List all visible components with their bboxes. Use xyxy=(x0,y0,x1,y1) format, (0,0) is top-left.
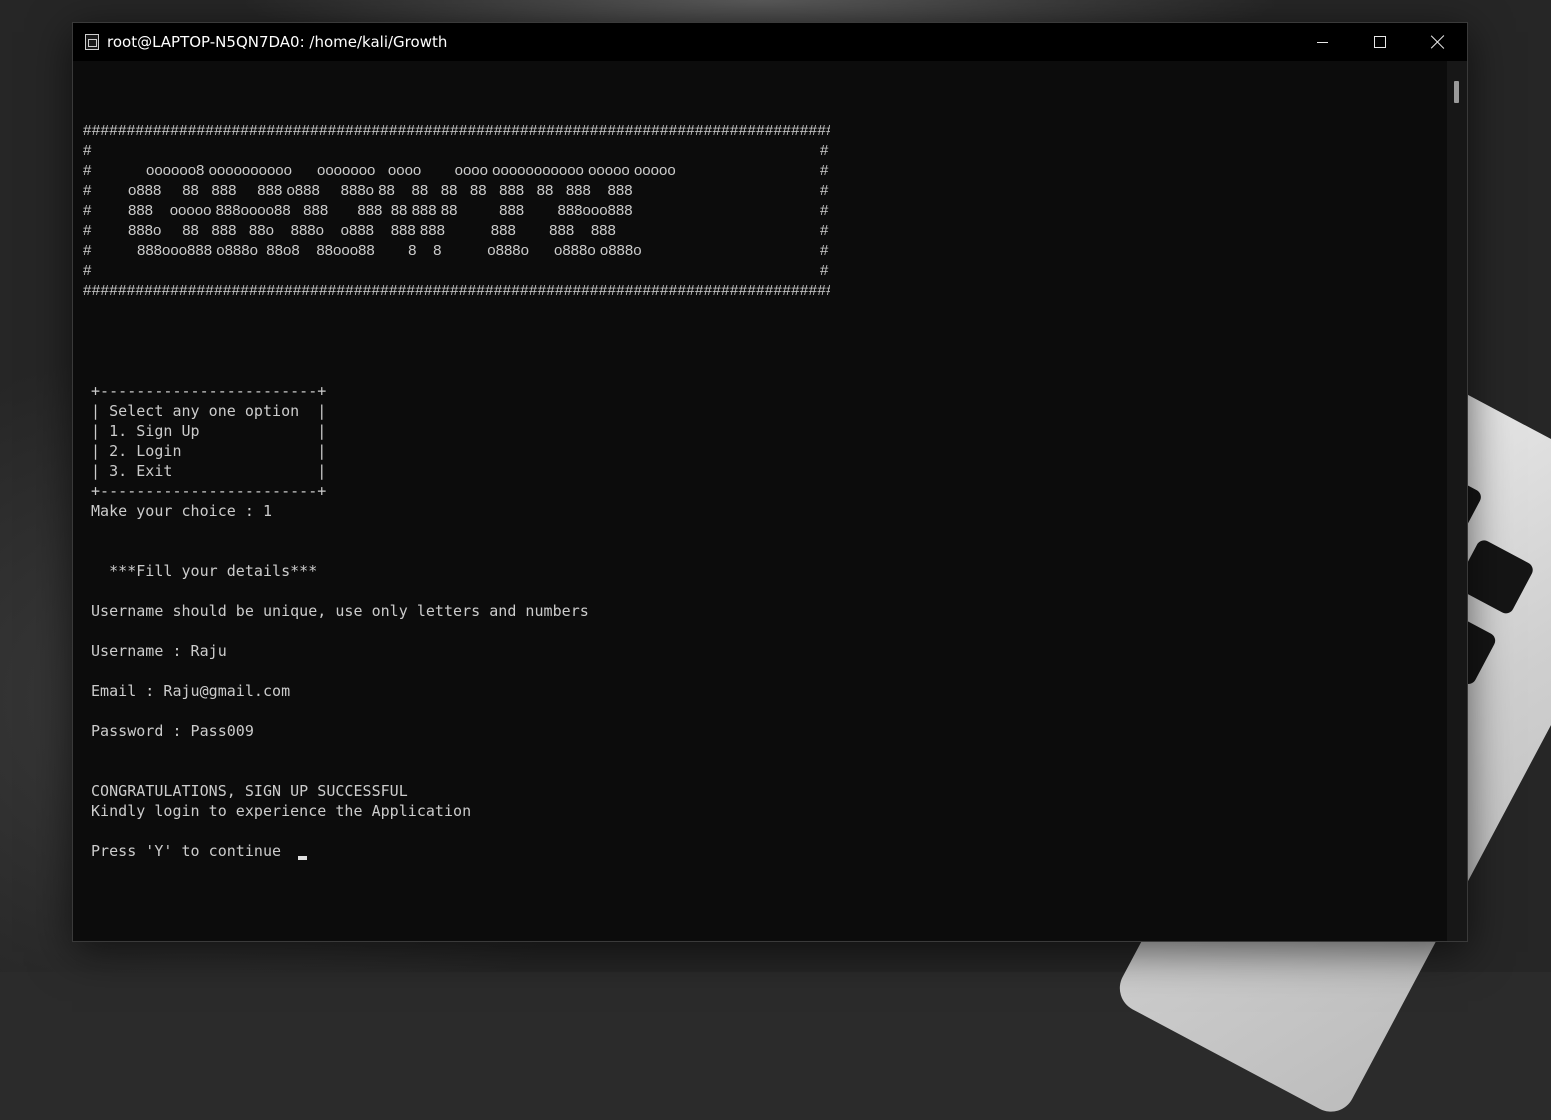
banner-art-row: oooooo8 oooooooooo ooooooo oooo oooo ooo… xyxy=(146,162,676,179)
close-button[interactable] xyxy=(1409,23,1467,61)
banner-hash-row: ########################################… xyxy=(83,122,830,139)
form-heading: ***Fill your details*** xyxy=(91,562,318,580)
minimize-button[interactable] xyxy=(1293,23,1351,61)
banner-edge: # xyxy=(820,242,829,259)
menu-title: | Select any one option | xyxy=(91,402,327,420)
window-controls xyxy=(1293,23,1467,61)
login-info-message: Kindly login to experience the Applicati… xyxy=(91,802,472,820)
banner-edge: # xyxy=(83,242,92,259)
banner-edge: # xyxy=(820,262,829,279)
terminal-app-icon xyxy=(85,34,99,50)
scrollbar-thumb[interactable] xyxy=(1454,81,1459,103)
signup-success-message: CONGRATULATIONS, SIGN UP SUCCESSFUL xyxy=(91,782,408,800)
banner-edge: # xyxy=(820,222,829,239)
maximize-button[interactable] xyxy=(1351,23,1409,61)
menu-border: +------------------------+ xyxy=(91,482,327,500)
banner-hash-row: ########################################… xyxy=(83,282,830,299)
banner-edge: # xyxy=(83,262,92,279)
maximize-icon xyxy=(1374,36,1386,48)
banner-edge: # xyxy=(83,162,92,179)
password-line: Password : Pass009 xyxy=(91,722,254,740)
banner-art-row: 888ooo888 o888o 88o8 88ooo88 8 8 o888o o… xyxy=(137,242,642,259)
username-line: Username : Raju xyxy=(91,642,227,660)
terminal-cursor xyxy=(298,856,307,860)
banner-edge: # xyxy=(83,202,92,219)
email-line: Email : Raju@gmail.com xyxy=(91,682,291,700)
username-hint: Username should be unique, use only lett… xyxy=(91,602,589,620)
menu-item-sign-up: | 1. Sign Up | xyxy=(91,422,327,440)
menu-border: +------------------------+ xyxy=(91,382,327,400)
banner-edge: # xyxy=(820,142,829,159)
banner-edge: # xyxy=(820,182,829,199)
banner-edge: # xyxy=(820,162,829,179)
banner-edge: # xyxy=(83,142,92,159)
vertical-scrollbar[interactable] xyxy=(1447,61,1467,941)
banner-edge: # xyxy=(83,182,92,199)
banner-edge: # xyxy=(820,202,829,219)
terminal-window[interactable]: root@LAPTOP-N5QN7DA0: /home/kali/Growth … xyxy=(72,22,1468,942)
banner-edge: # xyxy=(83,222,92,239)
minimize-icon xyxy=(1316,41,1328,43)
window-title: root@LAPTOP-N5QN7DA0: /home/kali/Growth xyxy=(107,33,448,51)
menu-item-exit: | 3. Exit | xyxy=(91,462,327,480)
continue-prompt: Press 'Y' to continue xyxy=(91,842,291,860)
banner-art-row: 888o 88 888 88o 888o o888 888 888 888 88… xyxy=(128,222,616,239)
choice-prompt: Make your choice : 1 xyxy=(91,502,273,520)
banner-art-row: 888 ooooo 888oooo88 888 888 88 888 88 88… xyxy=(128,202,633,219)
menu-item-login: | 2. Login | xyxy=(91,442,327,460)
banner-art-row: o888 88 888 888 o888 888o 88 88 88 88 88… xyxy=(128,182,633,199)
close-icon xyxy=(1431,35,1445,49)
terminal-output[interactable]: ########################################… xyxy=(73,61,1447,941)
title-bar[interactable]: root@LAPTOP-N5QN7DA0: /home/kali/Growth xyxy=(73,23,1467,61)
